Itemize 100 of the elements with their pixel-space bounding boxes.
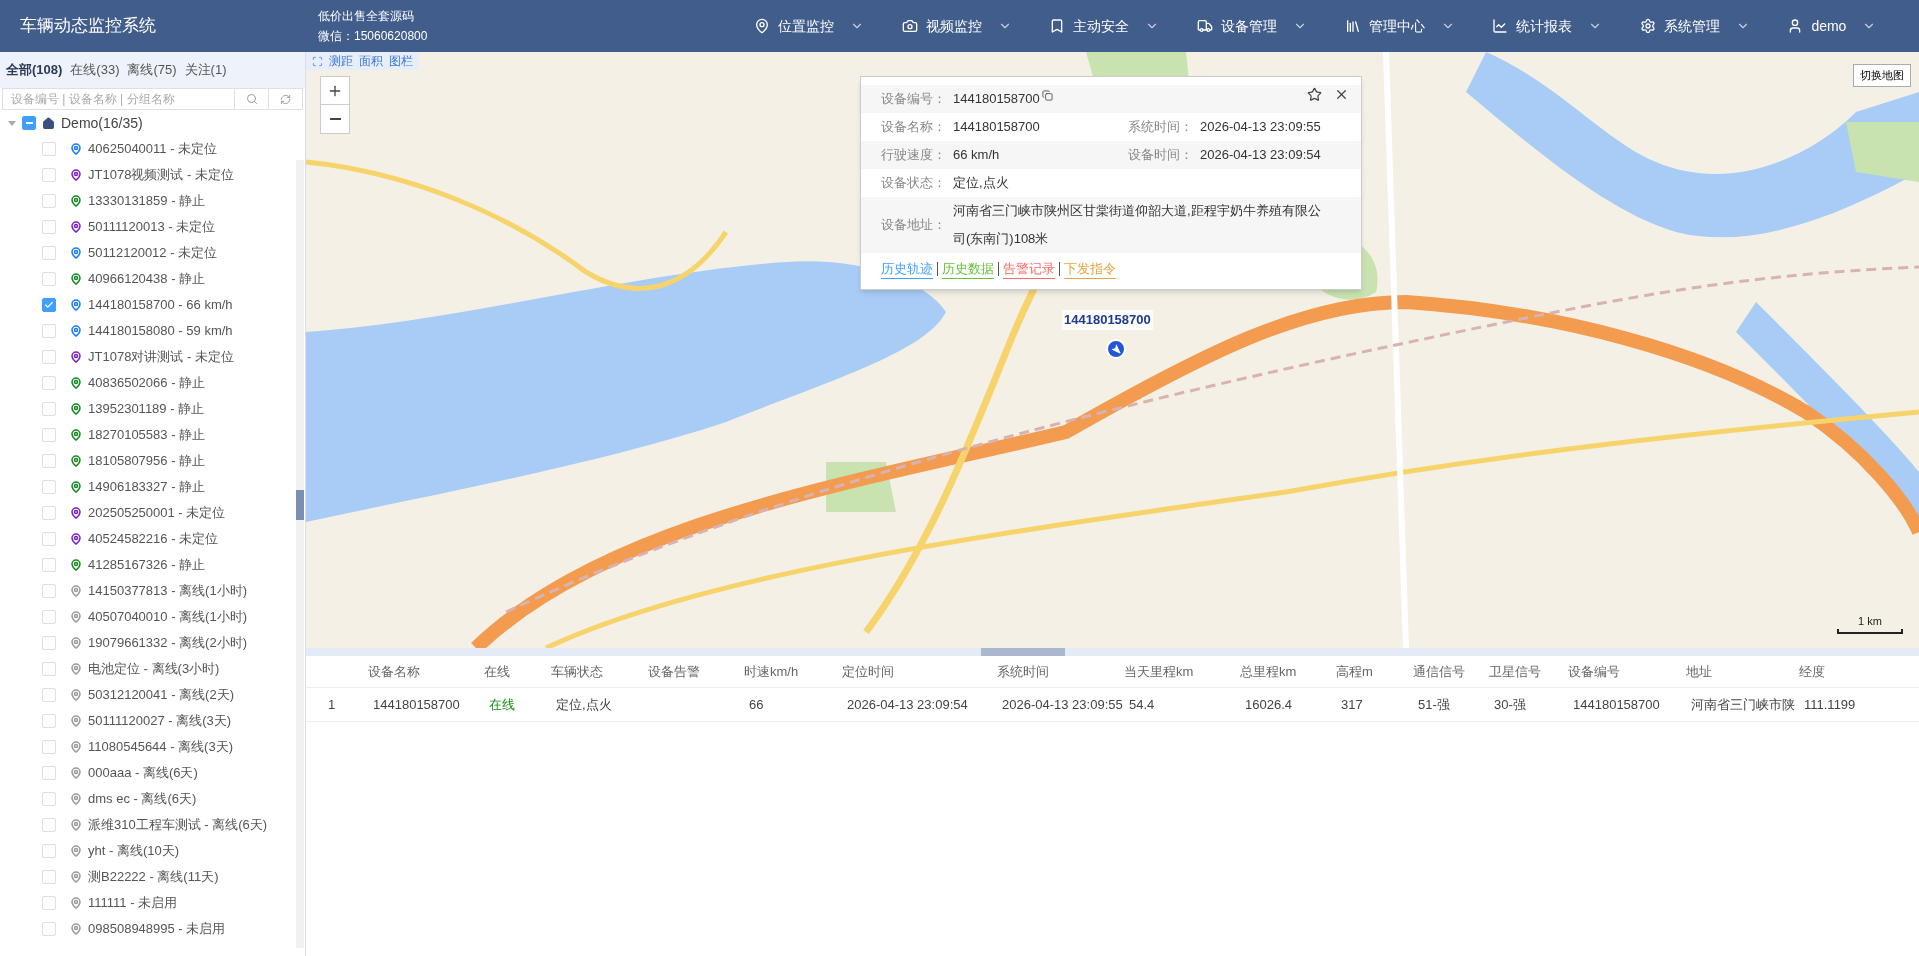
vehicle-item[interactable]: 144180158700 - 66 km/h bbox=[70, 295, 233, 315]
field-label: 设备编号： bbox=[881, 90, 947, 109]
map-tool[interactable]: 测距 bbox=[329, 52, 353, 70]
nav-menu[interactable]: 设备管理 bbox=[1180, 0, 1329, 52]
column-header: 系统时间 bbox=[997, 662, 1050, 681]
table-cell-text: 111.1199 bbox=[1804, 695, 1857, 714]
column-header: 定位时间 bbox=[842, 662, 895, 681]
search-field[interactable]: 设备编号 | 设备名称 | 分组名称 bbox=[2, 88, 235, 110]
table-cell-text: 66 bbox=[749, 695, 765, 714]
column-header: 时速km/h bbox=[744, 662, 800, 681]
column-header: 卫星信号 bbox=[1489, 662, 1542, 681]
vehicle-item[interactable]: 18270105583 - 静止 bbox=[70, 425, 206, 445]
field-value: 144180158700 bbox=[953, 90, 1040, 109]
vehicle-item[interactable]: dms ec - 离线(6天) bbox=[70, 789, 197, 809]
field-value: 2026-04-13 23:09:54 bbox=[1200, 146, 1321, 165]
vehicle-item[interactable]: 40507040010 - 离线(1小时) bbox=[70, 607, 247, 627]
field-label: 设备状态： bbox=[881, 174, 947, 193]
field-label: 设备时间： bbox=[1128, 146, 1194, 165]
vehicle-item[interactable]: 19079661332 - 离线(2小时) bbox=[70, 633, 247, 653]
tree-node[interactable]: Demo(16/35) bbox=[0, 110, 293, 136]
vehicle-item[interactable]: 14150377813 - 离线(1小时) bbox=[70, 581, 247, 601]
table-cell-text: 在线 bbox=[489, 695, 516, 714]
field-value: 144180158700 bbox=[953, 118, 1041, 137]
table-cell-text: 1 bbox=[328, 695, 337, 714]
vehicle-item[interactable]: 40966120438 - 静止 bbox=[70, 269, 206, 289]
filter-tab[interactable]: 全部(108) bbox=[6, 60, 63, 80]
table-cell-text: 54.4 bbox=[1129, 695, 1156, 714]
table-cell-text: 河南省三门峡市陕 bbox=[1691, 695, 1796, 714]
vehicle-item[interactable]: 41285167326 - 静止 bbox=[70, 555, 206, 575]
vehicle-item[interactable]: 40836502066 - 静止 bbox=[70, 373, 206, 393]
column-header: 经度 bbox=[1799, 662, 1826, 681]
field-value: 河南省三门峡市陕州区甘棠街道仰韶大道,距程宇奶牛养殖有限公司(东南门)108米 bbox=[953, 202, 1322, 248]
field-value: 2026-04-13 23:09:55 bbox=[1200, 118, 1321, 137]
map-tool[interactable]: 面积 bbox=[359, 52, 383, 70]
column-header: 当天里程km bbox=[1124, 662, 1195, 681]
vehicle-item[interactable]: 50112120012 - 未定位 bbox=[70, 243, 218, 263]
table-cell-text: 定位,点火 bbox=[556, 695, 613, 714]
column-header: 设备编号 bbox=[1568, 662, 1621, 681]
app-title: 车辆动态监控系统 bbox=[19, 15, 157, 38]
column-header: 通信信号 bbox=[1413, 662, 1466, 681]
vehicle-item[interactable]: 14906183327 - 静止 bbox=[70, 477, 206, 497]
vehicle-item[interactable]: 18105807956 - 静止 bbox=[70, 451, 206, 471]
vehicle-item[interactable]: 50111120013 - 未定位 bbox=[70, 217, 216, 237]
vehicle-item[interactable]: 13952301189 - 静止 bbox=[70, 399, 205, 419]
column-header: 地址 bbox=[1686, 662, 1713, 681]
vehicle-item[interactable]: 50312120041 - 离线(2天) bbox=[70, 685, 234, 705]
column-header: 在线 bbox=[484, 662, 511, 681]
nav-menu[interactable]: demo bbox=[1771, 0, 1919, 52]
vehicle-item[interactable]: yht - 离线(10天) bbox=[70, 841, 179, 861]
table-cell-text: 51-强 bbox=[1418, 695, 1451, 714]
nav-menu[interactable]: 管理中心 bbox=[1328, 0, 1477, 52]
table-cell-text: 2026-04-13 23:09:54 bbox=[847, 695, 969, 714]
column-header: 车辆状态 bbox=[551, 662, 604, 681]
field-value: 66 km/h bbox=[953, 146, 1001, 165]
vehicle-item[interactable]: 000aaa - 离线(6天) bbox=[70, 763, 198, 783]
field-label: 系统时间： bbox=[1128, 118, 1194, 137]
vehicle-item[interactable]: 144180158080 - 59 km/h bbox=[70, 321, 233, 341]
table-cell-text: 144180158700 bbox=[1573, 695, 1661, 714]
vehicle-item[interactable]: 098508948995 - 未启用 bbox=[70, 919, 226, 939]
column-header: 总里程km bbox=[1240, 662, 1298, 681]
table-cell-text: 30-强 bbox=[1494, 695, 1527, 714]
scale-label: 1 km bbox=[1858, 613, 1882, 629]
vehicle-item[interactable]: 202505250001 - 未定位 bbox=[70, 503, 226, 523]
table-cell-text: 317 bbox=[1341, 695, 1364, 714]
field-label: 设备名称： bbox=[881, 118, 947, 137]
column-header: 设备名称 bbox=[368, 662, 421, 681]
nav-menu[interactable]: 主动安全 bbox=[1033, 0, 1181, 52]
switch-map-button[interactable]: 切换地图 bbox=[1853, 64, 1911, 87]
vehicle-item[interactable]: 40524582216 - 未定位 bbox=[70, 529, 219, 549]
vehicle-item[interactable]: 40625040011 - 未定位 bbox=[70, 139, 218, 159]
vehicle-item[interactable]: 50111120027 - 离线(3天) bbox=[70, 711, 232, 731]
nav-menu[interactable]: 视频监控 bbox=[885, 0, 1034, 52]
filter-tab[interactable]: 离线(75) bbox=[127, 60, 177, 80]
table-cell-text: 16026.4 bbox=[1245, 695, 1293, 714]
vehicle-item[interactable]: 11080545644 - 离线(3天) bbox=[70, 737, 233, 757]
nav-menu[interactable]: 位置监控 bbox=[738, 0, 886, 52]
vehicle-item[interactable]: JT1078视频测试 - 未定位 bbox=[70, 165, 234, 185]
field-label: 设备地址： bbox=[881, 216, 947, 235]
filter-tab[interactable]: 在线(33) bbox=[70, 60, 120, 80]
vehicle-item[interactable]: 111111 - 未启用 bbox=[70, 893, 178, 913]
nav-menu[interactable]: 系统管理 bbox=[1623, 0, 1772, 52]
table-cell-text: 2026-04-13 23:09:55 bbox=[1002, 695, 1124, 714]
vehicle-item[interactable]: 派维310工程车测试 - 离线(6天) bbox=[70, 815, 268, 835]
promo-text: 低价出售全套源码 bbox=[318, 8, 415, 25]
column-header: 高程m bbox=[1336, 662, 1374, 681]
vehicle-item[interactable]: JT1078对讲测试 - 未定位 bbox=[70, 347, 234, 367]
field-label: 行驶速度： bbox=[881, 146, 947, 165]
nav-menu[interactable]: 统计报表 bbox=[1476, 0, 1624, 52]
vehicle-item[interactable]: 测B22222 - 离线(11天) bbox=[70, 867, 219, 887]
field-value: 定位,点火 bbox=[953, 174, 1010, 192]
marker-label: 144180158700 bbox=[1062, 310, 1153, 330]
table-cell-text: 144180158700 bbox=[373, 695, 461, 714]
group-label: Demo(16/35) bbox=[61, 113, 143, 133]
vehicle-item[interactable]: 电池定位 - 离线(3小时) bbox=[70, 659, 220, 679]
promo-text: 微信：15060620800 bbox=[318, 28, 429, 45]
column-header: 设备告警 bbox=[648, 662, 701, 681]
vehicle-item[interactable]: 13330131859 - 静止 bbox=[70, 191, 206, 211]
table-row[interactable]: 1 144180158700 在线 定位,点火 66 2026-04-13 23:09:54 2026-04-13 23:09:55 54.4 16026.4 317 51-强 30-强 144180158700 河南省三门峡市陕 111.1199 bbox=[306, 688, 1919, 722]
map-tool[interactable]: 图栏 bbox=[389, 52, 413, 70]
filter-tab[interactable]: 关注(1) bbox=[184, 60, 227, 80]
